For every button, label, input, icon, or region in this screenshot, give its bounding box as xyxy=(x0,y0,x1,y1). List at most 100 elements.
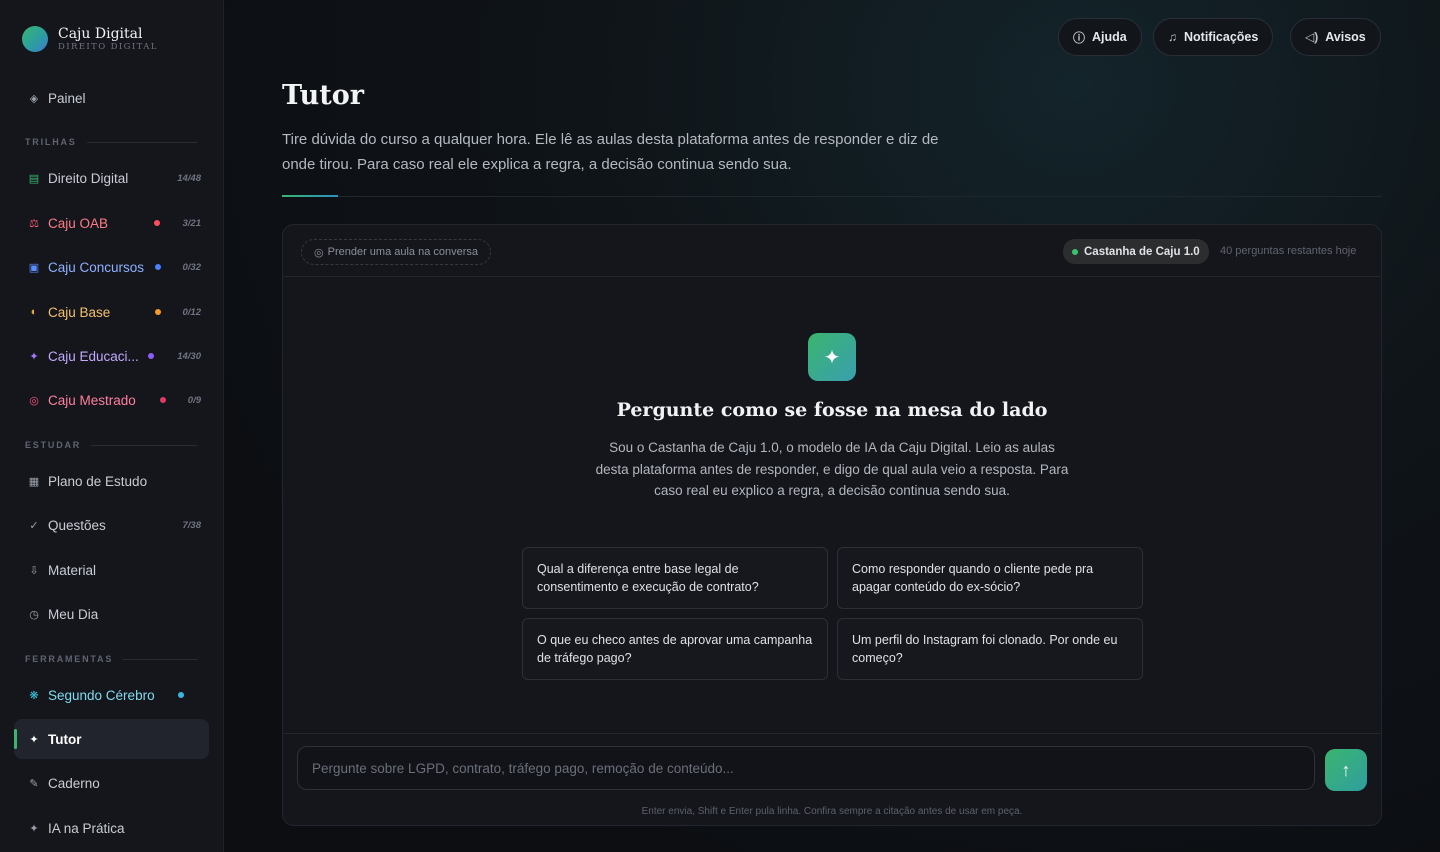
composer-hint: Enter envia, Shift e Enter pula linha. C… xyxy=(641,806,1023,817)
progress-count: 0/12 xyxy=(182,306,202,318)
attach-lesson-label: Prender uma aula na conversa xyxy=(327,246,479,258)
status-dot xyxy=(155,264,161,270)
sidebar-item-label: Segundo Cérebro xyxy=(48,687,155,703)
sparkle-icon: ✦ xyxy=(29,733,39,746)
sparkle-icon: ✦ xyxy=(29,822,39,835)
arrow-up-icon: ↑ xyxy=(1341,759,1351,780)
check-icon: ✓ xyxy=(29,519,39,532)
sparkle-icon: ✦ xyxy=(29,350,39,363)
main-content: ⓘ Ajuda ♫ Notificações ◁) Avisos Tutor T… xyxy=(224,0,1440,852)
target-icon: ◎ xyxy=(314,246,324,259)
status-dot xyxy=(160,397,166,403)
status-dot xyxy=(155,309,161,315)
sparkle-icon: ✦ xyxy=(808,333,856,381)
target-icon: ◎ xyxy=(29,394,39,407)
sidebar-item-caju-mestrado[interactable]: ◎ Caju Mestrado 0/9 xyxy=(14,380,209,420)
sidebar-item-label: Caju Concursos xyxy=(48,259,145,275)
diamond-icon: ◈ xyxy=(29,92,39,105)
section-estudar: ESTUDAR xyxy=(25,440,197,450)
progress-count: 0/9 xyxy=(187,394,201,406)
grid-icon: ▦ xyxy=(28,475,40,488)
sidebar-item-segundo-cerebro[interactable]: ❋ Segundo Cérebro xyxy=(14,675,209,715)
square-icon: ▣ xyxy=(28,261,40,274)
status-dot xyxy=(1072,248,1078,255)
sidebar-item-questoes[interactable]: ✓ Questões 7/38 xyxy=(14,505,209,545)
brand-logo xyxy=(22,26,48,52)
sidebar-item-meu-dia[interactable]: ◷ Meu Dia xyxy=(14,594,209,634)
section-trilhas: TRILHAS xyxy=(25,137,197,147)
chat-input[interactable] xyxy=(297,746,1315,790)
list-icon: ▤ xyxy=(28,172,40,185)
sidebar: Caju Digital DIREITO DIGITAL ◈ Painel TR… xyxy=(0,0,224,852)
sidebar-item-caderno[interactable]: ✎ Caderno xyxy=(14,763,209,803)
status-dot xyxy=(178,692,184,698)
notices-button[interactable]: ◁) Avisos xyxy=(1290,18,1381,56)
suggestion-button[interactable]: O que eu checo antes de aprovar uma camp… xyxy=(522,618,828,680)
sidebar-item-label: Plano de Estudo xyxy=(48,473,148,489)
brand-name: Caju Digital xyxy=(58,26,143,42)
sidebar-item-caju-educacional[interactable]: ✦ Caju Educaci... 14/30 xyxy=(14,336,209,376)
status-dot xyxy=(148,353,154,359)
sidebar-item-plano-de-estudo[interactable]: ▦ Plano de Estudo xyxy=(14,461,209,501)
hero-text: Sou o Castanha de Caju 1.0, o modelo de … xyxy=(595,440,1069,499)
page-description: Tire dúvida do curso a qualquer hora. El… xyxy=(282,131,939,173)
brand-subtitle: DIREITO DIGITAL xyxy=(58,42,158,52)
chat-header: ◎ Prender uma aula na conversa Castanha … xyxy=(283,225,1381,277)
sidebar-item-caju-base[interactable]: ◐ Caju Base 0/12 xyxy=(14,292,209,332)
sidebar-item-label: Caju Base xyxy=(48,304,111,320)
progress-count: 7/38 xyxy=(182,519,202,531)
scales-icon: ⚖ xyxy=(29,217,39,230)
sidebar-item-material[interactable]: ⇩ Material xyxy=(14,550,209,590)
snowflake-icon: ❋ xyxy=(29,689,39,702)
pin-icon: ⇩ xyxy=(29,564,39,577)
sidebar-item-label: Caju Educaci... xyxy=(48,348,139,364)
tutor-chat-panel: ◎ Prender uma aula na conversa Castanha … xyxy=(282,224,1382,826)
half-circle-icon: ◐ xyxy=(30,306,38,318)
help-button[interactable]: ⓘ Ajuda xyxy=(1058,18,1142,56)
progress-count: 14/30 xyxy=(177,350,201,362)
help-label: Ajuda xyxy=(1092,30,1127,44)
hero-title: Pergunte como se fosse na mesa do lado xyxy=(616,399,1048,421)
sidebar-item-label: Tutor xyxy=(48,731,82,747)
model-badge[interactable]: Castanha de Caju 1.0 xyxy=(1063,239,1209,264)
megaphone-icon: ◁) xyxy=(1305,30,1319,44)
notifications-label: Notificações xyxy=(1184,30,1259,44)
attach-lesson-button[interactable]: ◎ Prender uma aula na conversa xyxy=(301,239,492,265)
progress-count: 3/21 xyxy=(182,217,202,229)
progress-count: 0/32 xyxy=(182,261,202,273)
page-title: Tutor xyxy=(282,80,364,111)
brand[interactable]: Caju Digital DIREITO DIGITAL xyxy=(22,26,158,52)
sidebar-item-caju-concursos[interactable]: ▣ Caju Concursos 0/32 xyxy=(14,247,209,287)
notices-label: Avisos xyxy=(1325,30,1366,44)
sidebar-item-label: Questões xyxy=(48,517,106,533)
suggestion-button[interactable]: Um perfil do Instagram foi clonado. Por … xyxy=(837,618,1143,680)
divider-accent xyxy=(282,195,338,197)
sidebar-item-label: Caderno xyxy=(48,775,100,791)
sidebar-item-label: Caju Mestrado xyxy=(48,392,136,408)
progress-count: 14/48 xyxy=(177,172,201,184)
section-ferramentas: FERRAMENTAS xyxy=(25,654,197,664)
clock-icon: ◷ xyxy=(29,608,39,621)
sidebar-item-label: Direito Digital xyxy=(48,170,129,186)
composer: ↑ Enter envia, Shift e Enter pula linha.… xyxy=(283,733,1381,825)
divider xyxy=(282,196,1382,197)
sidebar-item-direito-digital[interactable]: ▤ Direito Digital 14/48 xyxy=(14,158,209,198)
send-button[interactable]: ↑ xyxy=(1325,749,1367,791)
help-icon: ⓘ xyxy=(1073,30,1086,45)
sidebar-item-caju-oab[interactable]: ⚖ Caju OAB 3/21 xyxy=(14,203,209,243)
sidebar-item-painel[interactable]: ◈ Painel xyxy=(14,78,209,118)
bell-icon: ♫ xyxy=(1168,30,1177,44)
status-dot xyxy=(154,220,160,226)
notifications-button[interactable]: ♫ Notificações xyxy=(1153,18,1274,56)
sidebar-item-label: IA na Prática xyxy=(48,820,125,836)
sidebar-item-ia-na-pratica[interactable]: ✦ IA na Prática xyxy=(14,808,209,848)
sidebar-item-label: Painel xyxy=(48,90,86,106)
sidebar-item-label: Material xyxy=(48,562,97,578)
sidebar-item-label: Meu Dia xyxy=(48,606,99,622)
suggestion-button[interactable]: Qual a diferença entre base legal de con… xyxy=(522,547,828,609)
sidebar-item-label: Caju OAB xyxy=(48,215,109,231)
model-name: Castanha de Caju 1.0 xyxy=(1084,245,1200,258)
suggestion-button[interactable]: Como responder quando o cliente pede pra… xyxy=(837,547,1143,609)
pencil-icon: ✎ xyxy=(29,777,39,790)
sidebar-item-tutor[interactable]: ✦ Tutor xyxy=(14,719,209,759)
